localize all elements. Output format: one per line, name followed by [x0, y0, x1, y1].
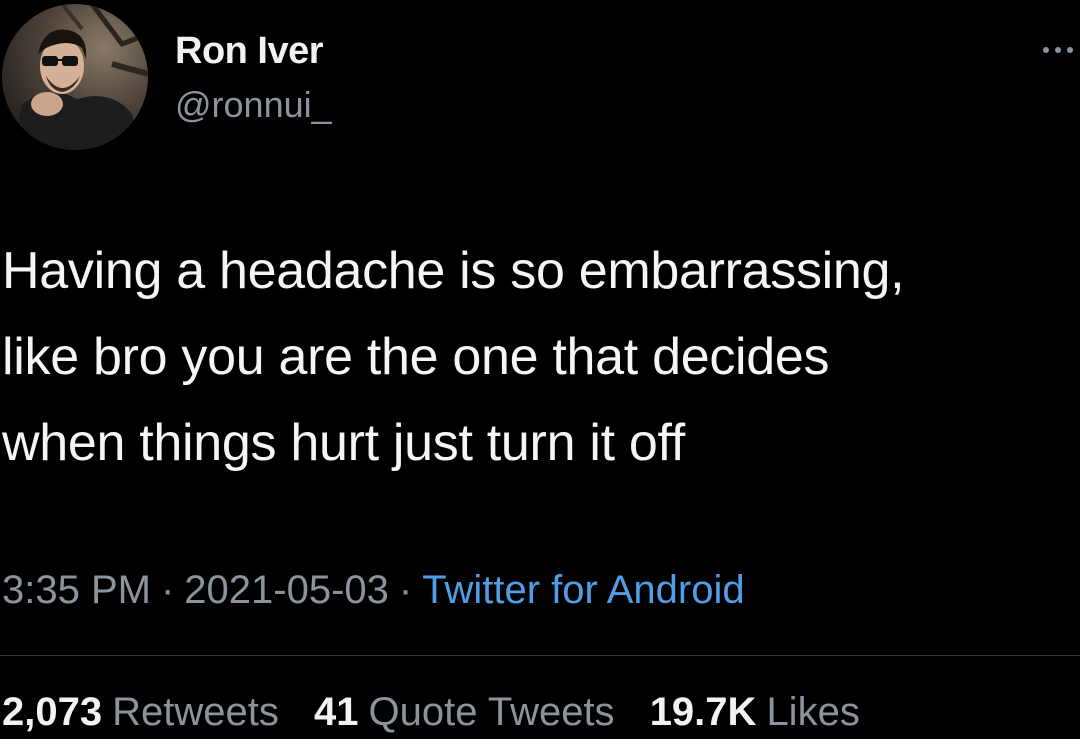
- tweet-metadata: 3:35 PM · 2021-05-03 · Twitter for Android: [2, 568, 745, 613]
- retweets-count: 2,073: [2, 690, 103, 734]
- tweet-date[interactable]: 2021-05-03: [184, 568, 389, 612]
- retweets-stat[interactable]: 2,073 Retweets: [2, 690, 279, 734]
- display-name[interactable]: Ron Iver: [175, 30, 324, 73]
- engagement-stats: 2,073 Retweets 41 Quote Tweets 19.7K Likes: [2, 690, 884, 735]
- likes-count: 19.7K: [649, 690, 757, 734]
- meta-separator: ·: [398, 568, 413, 612]
- profile-photo-icon: [2, 4, 148, 150]
- retweets-label: Retweets: [112, 690, 279, 734]
- more-options-icon[interactable]: [1036, 36, 1080, 64]
- likes-stat[interactable]: 19.7K Likes: [650, 690, 860, 734]
- meta-separator: ·: [160, 568, 175, 612]
- tweet-text-line: when things hurt just turn it off: [2, 414, 685, 472]
- avatar[interactable]: [2, 4, 148, 150]
- likes-label: Likes: [766, 690, 860, 734]
- tweet-source-link[interactable]: Twitter for Android: [422, 568, 744, 612]
- quote-tweets-count: 41: [313, 690, 359, 734]
- quote-tweets-label: Quote Tweets: [368, 690, 615, 734]
- tweet-text: Having a headache is so embarrassing, li…: [2, 228, 1072, 486]
- tweet-text-line: like bro you are the one that decides: [2, 328, 830, 386]
- quote-tweets-stat[interactable]: 41 Quote Tweets: [314, 690, 615, 734]
- tweet-text-line: Having a headache is so embarrassing,: [2, 242, 905, 300]
- user-handle[interactable]: @ronnui_: [175, 84, 332, 126]
- tweet-time[interactable]: 3:35 PM: [2, 568, 151, 612]
- divider: [0, 655, 1080, 656]
- tweet-card: Ron Iver @ronnui_ Having a headache is s…: [0, 0, 1080, 739]
